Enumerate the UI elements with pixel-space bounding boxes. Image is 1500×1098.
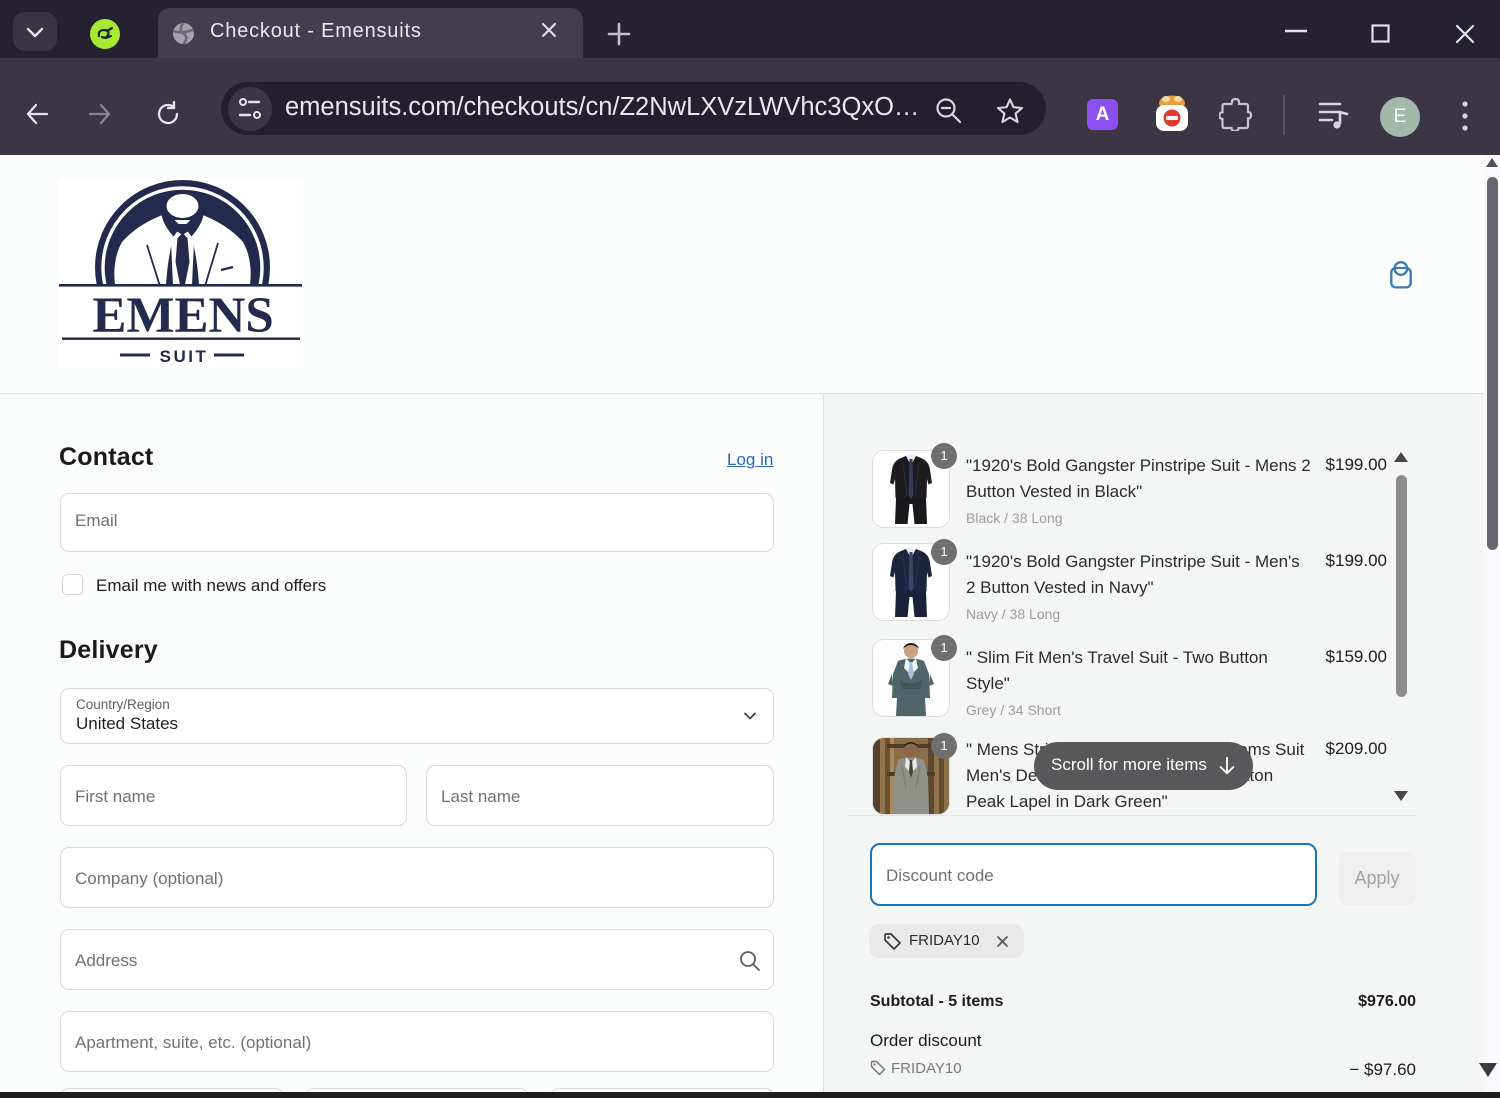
svg-text:EMENS: EMENS [92, 288, 273, 344]
svg-text:SUIT: SUIT [160, 347, 209, 366]
